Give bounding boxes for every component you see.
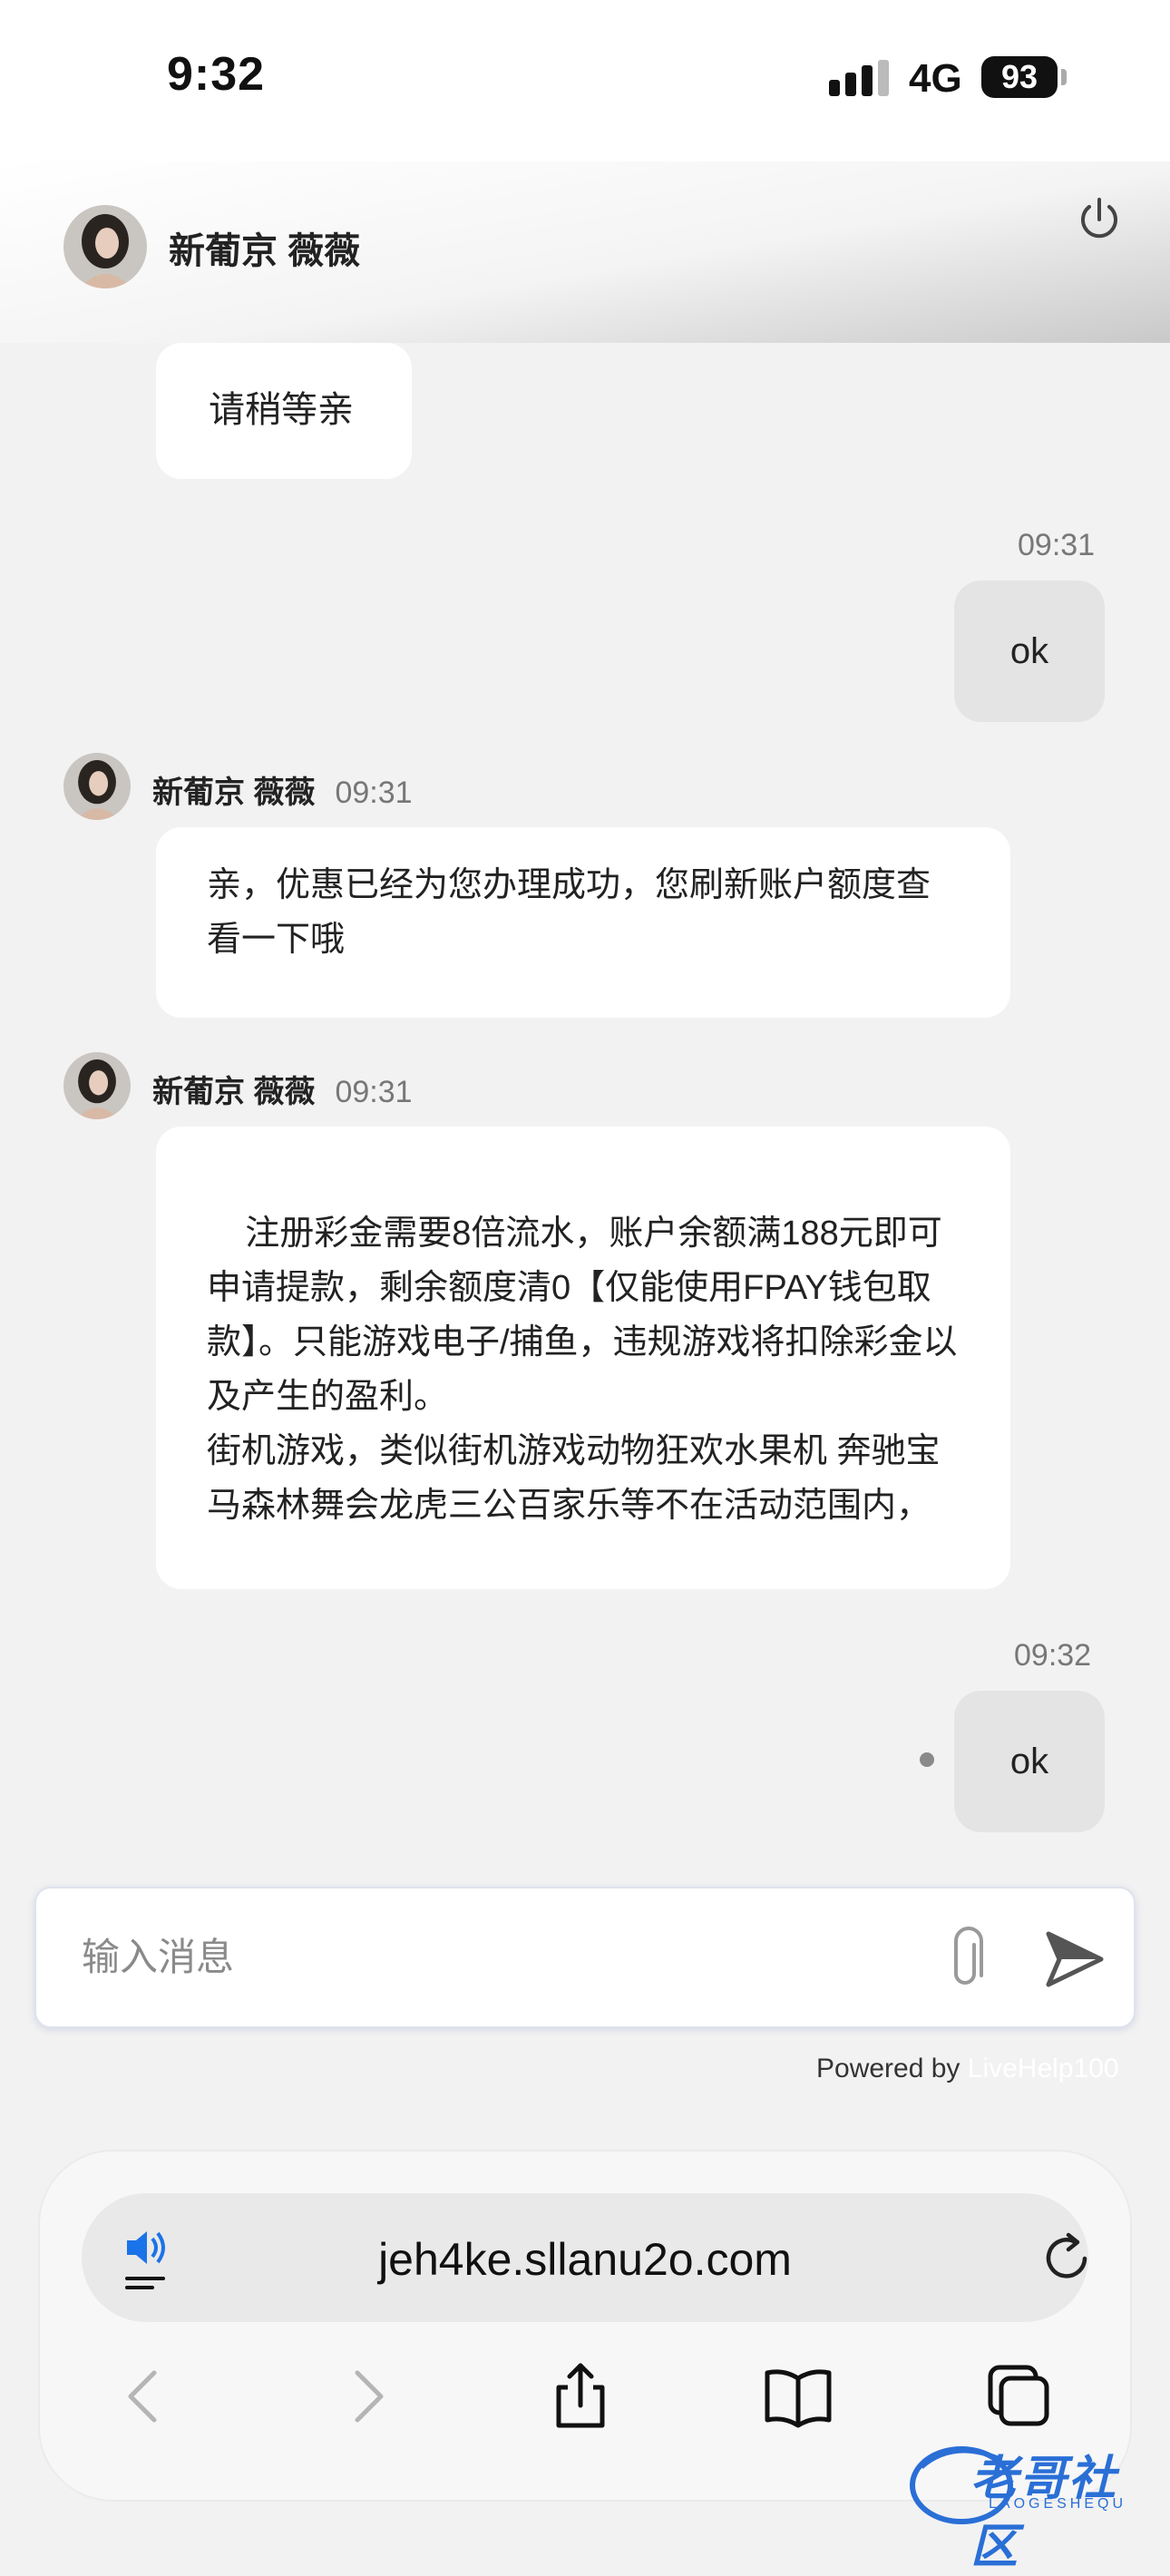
watermark-subtext: LAOGESHEQU xyxy=(989,2496,1127,2512)
message-meta: 新葡京 薇薇 09:31 xyxy=(152,767,413,812)
powered-by: Powered by LiveHelp100 xyxy=(816,2054,1119,2084)
message-text: ok xyxy=(1009,1741,1049,1781)
message-input[interactable] xyxy=(80,1925,900,1990)
forward-icon[interactable] xyxy=(330,2360,403,2433)
sender-name: 新葡京 薇薇 xyxy=(152,1075,316,1109)
message-time: 09:31 xyxy=(1018,528,1096,562)
network-type: 4G xyxy=(909,56,962,101)
avatar xyxy=(63,753,131,820)
reload-icon[interactable] xyxy=(1041,2231,1094,2284)
message-input-box xyxy=(34,1887,1136,2028)
share-icon[interactable] xyxy=(544,2360,617,2433)
battery-tip xyxy=(1061,69,1067,85)
avatar xyxy=(63,205,147,288)
message-time: 09:31 xyxy=(335,776,413,810)
back-icon[interactable] xyxy=(109,2360,181,2433)
sender-name: 新葡京 薇薇 xyxy=(152,776,316,810)
battery-indicator: 93 xyxy=(981,56,1058,98)
message-time: 09:32 xyxy=(1014,1638,1092,1673)
message-text: ok xyxy=(1009,630,1049,671)
message-time: 09:31 xyxy=(335,1075,413,1109)
message-bubble: 请稍等亲 xyxy=(156,343,412,479)
message-bubble: 亲，优惠已经为您办理成功，您刷新账户额度查看一下哦 xyxy=(156,827,1010,1018)
address-bar[interactable]: jeh4ke.sllanu2o.com xyxy=(82,2193,1088,2322)
tabs-icon[interactable] xyxy=(981,2360,1054,2433)
url-text: jeh4ke.sllanu2o.com xyxy=(378,2234,792,2285)
status-bar: 9:32 4G 93 xyxy=(0,0,1170,161)
message-text: 请稍等亲 xyxy=(209,390,354,430)
chat-header: 新葡京 薇薇 xyxy=(0,161,1170,343)
power-icon[interactable] xyxy=(1074,194,1125,245)
contact-name: 新葡京 薇薇 xyxy=(169,231,361,271)
message-list: 请稍等亲 09:31 ok 新葡京 薇薇 09:31 亲，优惠已经为您办理成功，您… xyxy=(0,343,1170,1885)
signal-icon xyxy=(829,60,889,96)
message-bubble-own: ok xyxy=(954,581,1105,722)
powered-brand-link[interactable]: LiveHelp100 xyxy=(968,2054,1119,2083)
message-bubble: 注册彩金需要8倍流水，账户余额满188元即可申请提款，剩余额度清0【仅能使用FP… xyxy=(156,1127,1010,1589)
status-dot xyxy=(920,1752,934,1767)
message-text: 注册彩金需要8倍流水，账户余额满188元即可申请提款，剩余额度清0【仅能使用FP… xyxy=(207,1215,958,1525)
powered-prefix: Powered by xyxy=(816,2054,968,2083)
bookmarks-icon[interactable] xyxy=(762,2360,834,2433)
status-time: 9:32 xyxy=(167,48,266,101)
message-bubble-own: ok xyxy=(954,1691,1105,1832)
watermark-logo: 老哥社区 LAOGESHEQU xyxy=(907,2431,1161,2573)
send-icon[interactable] xyxy=(1041,1928,1107,1990)
message-meta: 新葡京 薇薇 09:31 xyxy=(152,1067,413,1111)
message-text: 亲，优惠已经为您办理成功，您刷新账户额度查看一下哦 xyxy=(207,866,931,959)
avatar xyxy=(63,1052,131,1119)
paperclip-icon[interactable] xyxy=(934,1925,998,1994)
